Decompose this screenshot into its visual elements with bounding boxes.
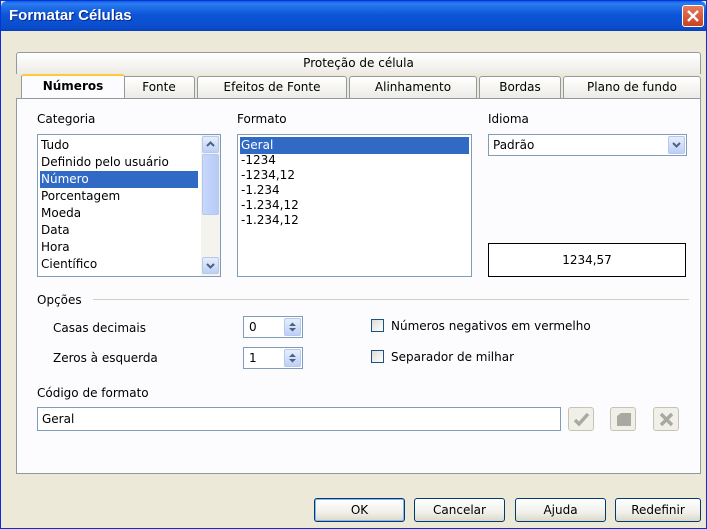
scroll-up-icon [206,141,215,147]
tab-fonte[interactable]: Fonte [123,76,195,98]
idioma-value: Padrão [493,138,535,152]
format-preview: 1234,57 [488,243,686,277]
tab-numeros[interactable]: Números [21,74,125,98]
tab-alinhamento[interactable]: Alinhamento [349,76,477,98]
spin-arrows-icon [289,353,296,363]
idioma-label: Idioma [488,112,529,126]
dropdown-button[interactable] [668,136,685,154]
separador-milhar-label[interactable]: Separador de milhar [391,350,514,364]
spin-arrows-icon [289,322,296,332]
list-item[interactable]: Hora [40,239,198,256]
separador-milhar-checkbox[interactable] [371,350,384,363]
title-bar: Formatar Células [1,1,706,31]
list-item[interactable]: Porcentagem [40,188,198,205]
tab-label: Bordas [499,80,541,94]
delete-icon [659,412,674,427]
negativos-vermelho-label[interactable]: Números negativos em vermelho [391,319,591,333]
scroll-thumb[interactable] [202,154,219,215]
casas-decimais-label: Casas decimais [53,321,146,335]
casas-decimais-stepper[interactable]: 0 [243,316,303,338]
comment-icon [617,413,631,426]
formato-label: Formato [237,112,287,126]
list-item[interactable]: -1.234,12 [240,212,469,229]
idioma-select[interactable]: Padrão [488,134,687,156]
categoria-listbox[interactable]: Tudo Definido pelo usuário Número Porcen… [37,134,221,277]
check-button[interactable] [568,407,594,431]
delete-button[interactable] [653,407,679,431]
list-item[interactable]: Definido pelo usuário [40,154,198,171]
tab-efeitos-fonte[interactable]: Efeitos de Fonte [197,76,347,98]
help-button[interactable]: Ajuda [515,498,606,522]
window-title: Formatar Células [9,7,132,24]
tab-label: Fonte [142,80,176,94]
codigo-formato-input[interactable]: Geral [37,407,561,431]
codigo-formato-label: Código de formato [37,386,149,400]
opcoes-separator [93,299,689,300]
spin-button[interactable] [284,349,301,367]
dropdown-arrow-icon [672,142,681,148]
list-item[interactable]: Tudo [40,137,198,154]
zeros-esquerda-label: Zeros à esquerda [53,351,158,365]
list-item[interactable]: Data [40,222,198,239]
formato-listbox[interactable]: Geral -1234 -1234,12 -1.234 -1.234,12 -1… [237,134,472,277]
scroll-up-button[interactable] [202,136,219,153]
tab-plano-fundo[interactable]: Plano de fundo [563,76,701,98]
cancel-button[interactable]: Cancelar [414,498,505,522]
spin-button[interactable] [284,318,301,336]
comment-button[interactable] [610,407,636,431]
opcoes-label: Opções [37,293,82,307]
tab-bordas[interactable]: Bordas [479,76,561,98]
tab-label: Plano de fundo [587,80,677,94]
close-button[interactable] [682,5,704,27]
negativos-vermelho-checkbox[interactable] [371,319,384,332]
list-item-selected[interactable]: Número [40,171,198,188]
scroll-down-icon [206,263,215,269]
tab-label: Números [42,79,104,93]
ok-button[interactable]: OK [314,498,405,522]
tab-protecao-celula[interactable]: Proteção de célula [16,52,701,74]
zeros-esquerda-stepper[interactable]: 1 [243,347,303,369]
tab-label: Alinhamento [374,80,452,94]
scroll-down-button[interactable] [202,257,219,274]
close-icon [687,10,699,22]
tab-label: Proteção de célula [303,56,414,70]
categoria-scrollbar[interactable] [201,135,220,276]
list-item[interactable]: Científico [40,256,198,273]
zeros-esquerda-value: 1 [249,351,257,365]
check-icon [573,412,590,427]
tab-label: Efeitos de Fonte [223,80,321,94]
format-cells-dialog: Formatar Células Proteção de célula Núme… [0,0,707,529]
reset-button[interactable]: Redefinir [615,498,701,522]
list-item[interactable]: Moeda [40,205,198,222]
categoria-label: Categoria [37,112,96,126]
casas-decimais-value: 0 [249,320,257,334]
